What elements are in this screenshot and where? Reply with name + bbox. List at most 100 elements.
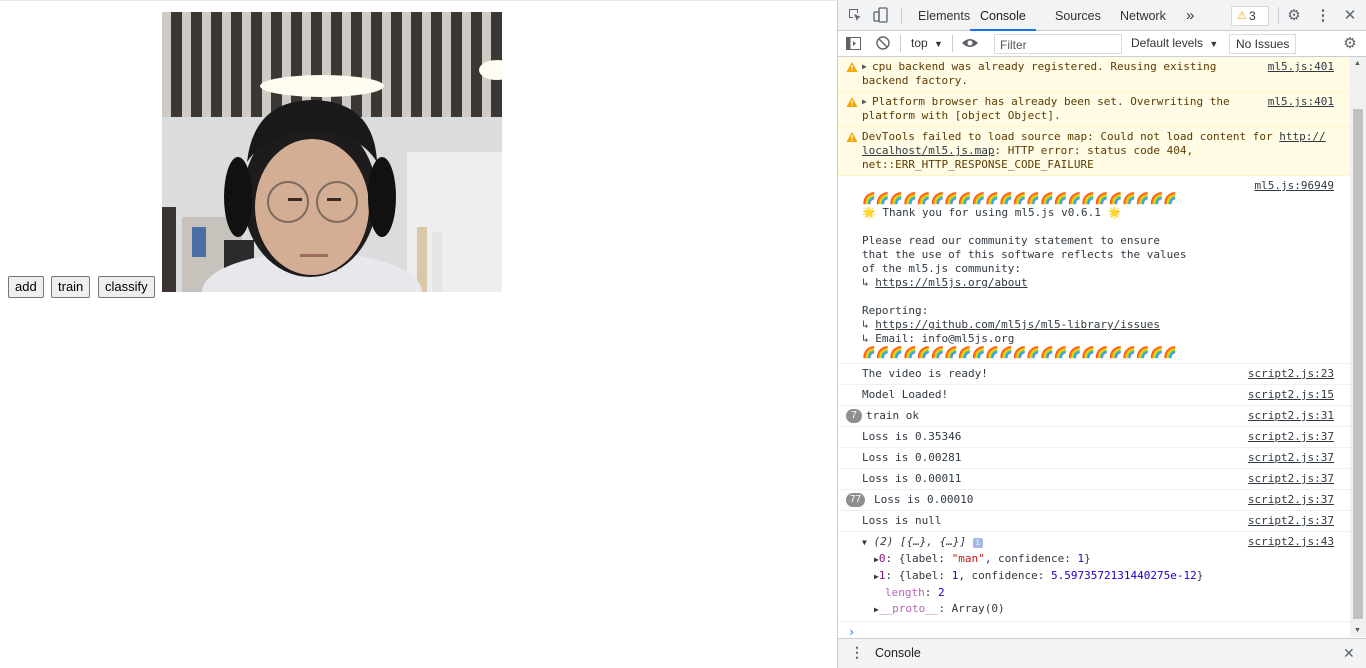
devtools-tabbar: Elements Console Sources Network » ⚠ 3 ⚙… bbox=[838, 0, 1366, 31]
source-link[interactable]: ml5.js:401 bbox=[1268, 95, 1334, 109]
log-row: Loss is 0.00011 script2.js:37 bbox=[838, 469, 1350, 490]
proto-key: __proto__ bbox=[878, 602, 939, 615]
item-text: , confidence: bbox=[984, 552, 1078, 565]
scrollbar-thumb[interactable] bbox=[1353, 109, 1363, 619]
warning-icon bbox=[846, 61, 858, 73]
drawer-tab-console[interactable]: Console bbox=[875, 646, 921, 660]
webcam-frame-image bbox=[162, 12, 502, 292]
toolbar-divider bbox=[1278, 7, 1279, 24]
collapse-triangle-icon[interactable]: ▼ bbox=[862, 538, 867, 547]
clear-console-icon[interactable] bbox=[875, 35, 891, 51]
devtools-panel: Elements Console Sources Network » ⚠ 3 ⚙… bbox=[837, 0, 1366, 668]
warnings-counter[interactable]: ⚠ 3 bbox=[1231, 6, 1269, 26]
array-length: length: 2 bbox=[885, 586, 945, 599]
context-selector[interactable]: top ▼ bbox=[911, 36, 943, 50]
console-settings-gear-icon[interactable]: ⚙ bbox=[1342, 35, 1358, 52]
more-tabs-icon[interactable]: » bbox=[1186, 0, 1194, 31]
tab-sources[interactable]: Sources bbox=[1055, 0, 1101, 31]
filter-placeholder: Filter bbox=[1000, 38, 1027, 52]
console-warning: DevTools failed to load source map: Coul… bbox=[838, 127, 1350, 176]
arrow-text: ↳ bbox=[862, 276, 876, 289]
webcam-video bbox=[162, 12, 502, 292]
log-row: Loss is 0.00281 script2.js:37 bbox=[838, 448, 1350, 469]
tab-elements[interactable]: Elements bbox=[918, 0, 970, 31]
banner-issues-line: ↳ https://github.com/ml5js/ml5-library/i… bbox=[862, 318, 1350, 332]
array-summary: (2) [{…}, {…}] bbox=[873, 535, 967, 548]
array-item-0[interactable]: ▶0: {label: "man", confidence: 1} bbox=[862, 552, 1350, 567]
source-link[interactable]: script2.js:31 bbox=[1248, 409, 1334, 423]
source-link[interactable]: ml5.js:401 bbox=[1268, 60, 1334, 74]
webpage: add train classify bbox=[0, 0, 837, 668]
console-filter-input[interactable]: Filter bbox=[994, 34, 1122, 54]
log-row: The video is ready! script2.js:23 bbox=[838, 364, 1350, 385]
warning-icon: ⚠ bbox=[1237, 10, 1247, 22]
console-warning: ▶ cpu backend was already registered. Re… bbox=[838, 57, 1350, 92]
source-link[interactable]: script2.js:37 bbox=[1248, 430, 1334, 444]
source-link[interactable]: script2.js:37 bbox=[1248, 472, 1334, 486]
device-toolbar-icon[interactable] bbox=[872, 6, 890, 24]
source-link[interactable]: script2.js:43 bbox=[1248, 535, 1334, 549]
item-text: : {label: bbox=[885, 569, 952, 582]
toolbar-divider bbox=[900, 35, 901, 52]
console-scrollbar[interactable]: ▲ ▼ bbox=[1350, 57, 1366, 637]
source-link[interactable]: script2.js:37 bbox=[1248, 493, 1334, 507]
drawer-menu-icon[interactable]: ⋮ bbox=[850, 644, 864, 661]
close-drawer-icon[interactable]: ✕ bbox=[1343, 645, 1355, 662]
ml5-banner-log: ml5.js:96949 🌈🌈🌈🌈🌈🌈🌈🌈🌈🌈🌈🌈🌈🌈🌈🌈🌈🌈🌈🌈🌈🌈🌈 🌟 T… bbox=[838, 176, 1350, 364]
log-levels-dropdown[interactable]: Default levels ▼ bbox=[1131, 36, 1218, 50]
expand-triangle-icon[interactable]: ▶ bbox=[862, 60, 867, 74]
log-row: Loss is 0.35346 script2.js:37 bbox=[838, 427, 1350, 448]
settings-gear-icon[interactable]: ⚙ bbox=[1285, 6, 1303, 24]
warning-text-part: DevTools failed to load source map: Coul… bbox=[862, 130, 1280, 143]
item-text: } bbox=[1084, 552, 1091, 565]
console-toolbar: top ▼ Filter Default levels ▼ No Issues … bbox=[838, 31, 1366, 57]
source-link[interactable]: ml5.js:96949 bbox=[1255, 179, 1334, 193]
console-warning: ▶ Platform browser has already been set.… bbox=[838, 92, 1350, 127]
issues-link[interactable]: https://github.com/ml5js/ml5-library/iss… bbox=[875, 318, 1160, 331]
chevron-down-icon: ▼ bbox=[1209, 39, 1219, 49]
expand-triangle-icon[interactable]: ▶ bbox=[862, 95, 867, 109]
source-link[interactable]: script2.js:15 bbox=[1248, 388, 1334, 402]
array-proto[interactable]: ▶__proto__: Array(0) bbox=[862, 602, 1350, 617]
source-link[interactable]: script2.js:23 bbox=[1248, 367, 1334, 381]
inspect-element-icon[interactable] bbox=[846, 6, 864, 24]
sidebar-toggle-icon[interactable] bbox=[845, 35, 861, 51]
warnings-count: 3 bbox=[1249, 9, 1256, 23]
scroll-up-icon[interactable]: ▲ bbox=[1354, 60, 1361, 67]
item-confidence: 5.5973572131440275e-12 bbox=[1051, 569, 1197, 582]
length-value: 2 bbox=[938, 586, 945, 599]
log-row: Loss is null script2.js:37 bbox=[838, 511, 1350, 532]
item-text: } bbox=[1196, 569, 1204, 582]
log-row: 7 train ok script2.js:31 bbox=[838, 406, 1350, 427]
about-link[interactable]: https://ml5js.org/about bbox=[875, 276, 1027, 289]
context-selector-label: top bbox=[911, 36, 928, 50]
console-prompt[interactable]: › bbox=[838, 622, 1350, 637]
prompt-chevron-icon: › bbox=[848, 625, 856, 637]
log-levels-label: Default levels bbox=[1131, 36, 1204, 50]
scroll-down-icon[interactable]: ▼ bbox=[1354, 627, 1361, 634]
info-icon: i bbox=[972, 538, 983, 548]
banner-rainbow: 🌈🌈🌈🌈🌈🌈🌈🌈🌈🌈🌈🌈🌈🌈🌈🌈🌈🌈🌈🌈🌈🌈🌈 bbox=[862, 192, 1178, 205]
add-button[interactable]: add bbox=[8, 276, 44, 298]
source-link[interactable]: script2.js:37 bbox=[1248, 451, 1334, 465]
tab-network[interactable]: Network bbox=[1120, 0, 1166, 31]
banner-reporting: Reporting: bbox=[862, 304, 929, 317]
classify-button[interactable]: classify bbox=[98, 276, 155, 298]
toolbar-divider bbox=[901, 7, 902, 24]
banner-rainbow: 🌈🌈🌈🌈🌈🌈🌈🌈🌈🌈🌈🌈🌈🌈🌈🌈🌈🌈🌈🌈🌈🌈🌈 bbox=[862, 346, 1178, 359]
close-devtools-icon[interactable]: ✕ bbox=[1341, 6, 1359, 24]
kebab-menu-icon[interactable]: ⋮ bbox=[1314, 6, 1332, 24]
source-link[interactable]: script2.js:37 bbox=[1248, 514, 1334, 528]
train-button[interactable]: train bbox=[51, 276, 91, 298]
warning-text: DevTools failed to load source map: Coul… bbox=[862, 130, 1350, 172]
banner-about-line: ↳ https://ml5js.org/about bbox=[862, 276, 1350, 290]
array-log: script2.js:43 ▼ (2) [{…}, {…}] i ▶0: {la… bbox=[838, 532, 1350, 622]
log-row: 77 Loss is 0.00010 script2.js:37 bbox=[838, 490, 1350, 511]
banner-email: ↳ Email: info@ml5js.org bbox=[862, 332, 1015, 345]
live-expression-eye-icon[interactable] bbox=[961, 35, 979, 51]
tab-console[interactable]: Console bbox=[970, 0, 1036, 31]
array-item-1[interactable]: ▶1: {label: 1, confidence: 5.59735721314… bbox=[862, 569, 1350, 584]
banner-thanks: 🌟 Thank you for using ml5.js v0.6.1 🌟 bbox=[862, 206, 1122, 219]
arrow-text: ↳ bbox=[862, 318, 876, 331]
issues-button[interactable]: No Issues bbox=[1229, 34, 1297, 54]
